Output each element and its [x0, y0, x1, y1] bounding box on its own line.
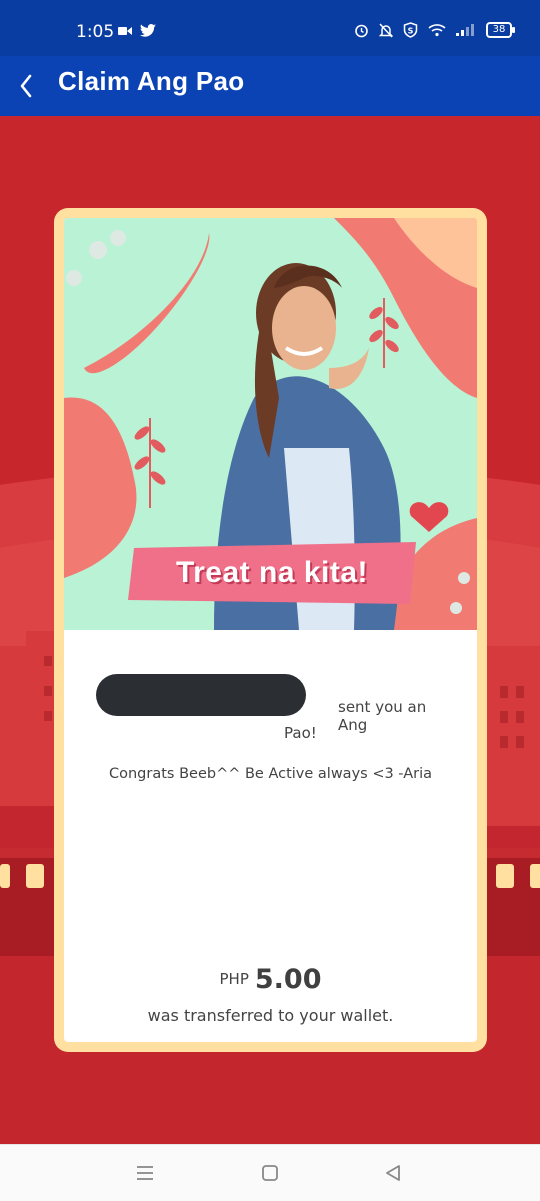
- recents-button[interactable]: [130, 1159, 160, 1187]
- gift-message: Congrats Beeb^^ Be Active always <3 -Ari…: [108, 766, 433, 782]
- status-bar: 1:05 S 38: [0, 0, 540, 56]
- sender-suffix-line2: Pao!: [284, 724, 317, 742]
- mute-bell-icon: [379, 22, 393, 38]
- wifi-icon: [428, 24, 446, 37]
- transfer-note: was transferred to your wallet.: [147, 1006, 394, 1025]
- page-title: Claim Ang Pao: [58, 66, 245, 96]
- system-nav-bar: [0, 1144, 540, 1201]
- currency-label: PHP: [219, 970, 249, 988]
- twitter-icon: [140, 24, 156, 37]
- status-left-icons: [118, 24, 156, 37]
- menu-icon: [137, 1166, 153, 1180]
- sender-suffix-line1: sent you an Ang: [338, 698, 427, 734]
- back-button[interactable]: [14, 68, 50, 104]
- amount-value: 5.00: [254, 964, 322, 995]
- signal-icon: [456, 24, 474, 36]
- system-back-button[interactable]: [378, 1159, 408, 1187]
- ang-pao-card: Treat na kita! sent you an Ang Pao! Cong…: [54, 208, 487, 1052]
- alarm-icon: [355, 24, 368, 37]
- svg-text:S: S: [408, 27, 414, 36]
- banner-text: Treat na kita!: [175, 556, 369, 589]
- battery-icon: 38: [486, 22, 515, 38]
- status-time: 1:05: [76, 22, 115, 42]
- promo-banner: Treat na kita!: [128, 542, 416, 604]
- app-bar: Claim Ang Pao: [0, 56, 540, 116]
- video-camera-icon: [118, 26, 132, 35]
- s-app-icon: S: [403, 22, 418, 38]
- redacted-sender-name: [96, 674, 306, 716]
- card-illustration: Treat na kita!: [64, 218, 477, 630]
- back-triangle-icon: [386, 1165, 400, 1181]
- status-right-icons: S 38: [354, 22, 515, 38]
- back-arrow-icon: [20, 74, 32, 98]
- home-square-icon: [262, 1165, 278, 1181]
- card-content: Treat na kita! sent you an Ang Pao! Cong…: [64, 218, 477, 1042]
- amount-row: PHP 5.00: [64, 964, 477, 995]
- home-button[interactable]: [255, 1159, 285, 1187]
